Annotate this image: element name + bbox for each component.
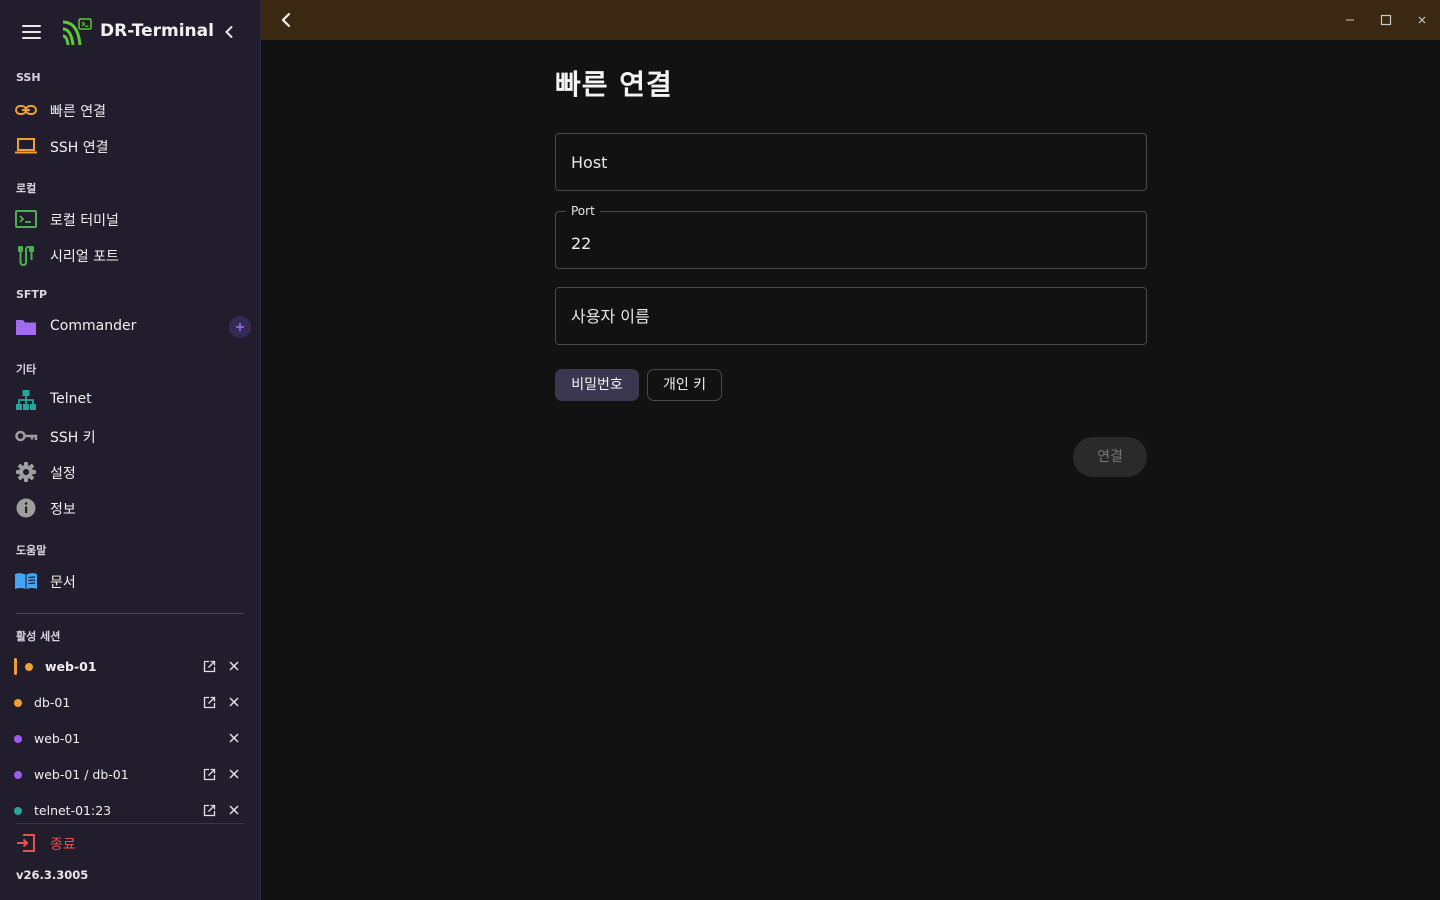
sidebar-item-info[interactable]: 정보 xyxy=(0,490,260,526)
session-item[interactable]: web-01 xyxy=(0,724,260,754)
quit-label: 종료 xyxy=(50,837,76,853)
session-item[interactable]: web-01 / db-01 xyxy=(0,760,260,790)
sidebar-item-ssh-key[interactable]: SSH 키 xyxy=(0,418,260,454)
active-session-indicator xyxy=(14,658,17,675)
section-label-local: 로컬 xyxy=(16,182,37,195)
add-commander-button[interactable] xyxy=(229,316,251,338)
session-item[interactable]: db-01 xyxy=(0,688,260,718)
sidebar-item-docs[interactable]: 문서 xyxy=(0,563,260,599)
sidebar-item-label: 문서 xyxy=(50,575,76,591)
sidebar-item-settings[interactable]: 설정 xyxy=(0,454,260,490)
section-label-etc: 기타 xyxy=(16,363,37,376)
sidebar-item-ssh-connect[interactable]: SSH 연결 xyxy=(0,128,260,164)
key-icon xyxy=(15,430,38,442)
close-session-icon[interactable] xyxy=(228,804,240,816)
sidebar: DR-Terminal SSH 빠른 연결 SSH 연결 로컬 로컬 터미널 시… xyxy=(0,0,261,900)
sidebar-item-label: 빠른 연결 xyxy=(50,104,106,120)
section-label-sftp: SFTP xyxy=(16,288,48,301)
serial-cable-icon xyxy=(18,245,34,266)
session-status-dot xyxy=(25,663,33,671)
app-logo xyxy=(62,18,92,46)
open-external-icon[interactable] xyxy=(203,768,216,781)
session-item[interactable]: telnet-01:23 xyxy=(0,796,260,826)
session-status-dot xyxy=(14,735,22,743)
sidebar-item-local-terminal[interactable]: 로컬 터미널 xyxy=(0,201,260,237)
sidebar-divider xyxy=(16,823,244,824)
close-session-icon[interactable] xyxy=(228,732,240,744)
link-icon xyxy=(15,105,37,115)
sidebar-item-label: 시리얼 포트 xyxy=(50,249,119,265)
session-status-dot xyxy=(14,771,22,779)
info-icon xyxy=(16,498,36,518)
close-session-icon[interactable] xyxy=(228,768,240,780)
auth-private-key-toggle[interactable]: 개인 키 xyxy=(647,369,722,401)
close-session-icon[interactable] xyxy=(228,660,240,672)
session-status-dot xyxy=(14,807,22,815)
username-field xyxy=(555,287,1147,345)
app-version: v26.3.3005 xyxy=(16,868,89,882)
open-external-icon[interactable] xyxy=(203,696,216,709)
app-window: DR-Terminal SSH 빠른 연결 SSH 연결 로컬 로컬 터미널 시… xyxy=(0,0,1440,900)
page-title: 빠른 연결 xyxy=(555,68,673,101)
maximize-icon[interactable] xyxy=(1378,12,1394,28)
sidebar-item-commander[interactable]: Commander xyxy=(0,309,260,345)
network-tree-icon xyxy=(16,390,36,410)
close-session-icon[interactable] xyxy=(228,696,240,708)
collapse-sidebar-icon[interactable] xyxy=(220,22,238,42)
section-label-help: 도움말 xyxy=(16,544,47,557)
close-window-icon[interactable] xyxy=(1414,12,1430,28)
menu-icon[interactable] xyxy=(22,25,41,39)
app-title: DR-Terminal xyxy=(100,21,214,41)
port-input[interactable] xyxy=(571,218,1131,268)
session-item[interactable]: web-01 xyxy=(0,652,260,682)
username-input[interactable] xyxy=(571,288,1131,344)
plus-icon xyxy=(236,323,244,331)
back-icon[interactable] xyxy=(279,11,293,29)
sidebar-item-label: Commander xyxy=(50,318,137,334)
auth-password-toggle[interactable]: 비밀번호 xyxy=(555,369,639,401)
exit-icon xyxy=(17,834,35,852)
host-field xyxy=(555,133,1147,191)
sidebar-item-label: 정보 xyxy=(50,502,76,518)
section-label-ssh: SSH xyxy=(16,71,41,84)
sidebar-item-label: 설정 xyxy=(50,466,76,482)
title-bar xyxy=(261,0,1440,40)
section-label-sessions: 활성 세션 xyxy=(16,630,61,643)
gear-icon xyxy=(16,462,36,482)
sidebar-item-telnet[interactable]: Telnet xyxy=(0,382,260,418)
session-label: web-01 / db-01 xyxy=(34,767,129,782)
laptop-icon xyxy=(15,138,37,154)
sidebar-item-label: SSH 키 xyxy=(50,430,96,446)
folder-icon xyxy=(16,320,36,335)
port-field: Port xyxy=(555,204,1147,269)
sidebar-divider xyxy=(16,613,244,614)
quit-button[interactable]: 종료 xyxy=(0,826,260,860)
connect-button[interactable]: 연결 xyxy=(1073,437,1147,477)
open-external-icon[interactable] xyxy=(203,660,216,673)
terminal-icon xyxy=(15,210,37,228)
open-external-icon[interactable] xyxy=(203,804,216,817)
session-label: web-01 xyxy=(34,731,81,746)
host-input[interactable] xyxy=(571,134,1131,190)
sidebar-item-label: Telnet xyxy=(50,391,92,407)
minimize-icon[interactable] xyxy=(1342,12,1358,28)
session-label: db-01 xyxy=(34,695,71,710)
book-icon xyxy=(15,573,37,589)
port-label: Port xyxy=(566,204,600,218)
session-status-dot xyxy=(14,699,22,707)
sidebar-header: DR-Terminal xyxy=(0,0,260,64)
sidebar-item-quick-connect[interactable]: 빠른 연결 xyxy=(0,92,260,128)
sidebar-item-label: SSH 연결 xyxy=(50,140,109,156)
sidebar-item-serial-port[interactable]: 시리얼 포트 xyxy=(0,237,260,273)
sidebar-item-label: 로컬 터미널 xyxy=(50,213,119,229)
session-label: telnet-01:23 xyxy=(34,803,112,818)
session-label: web-01 xyxy=(45,659,97,674)
